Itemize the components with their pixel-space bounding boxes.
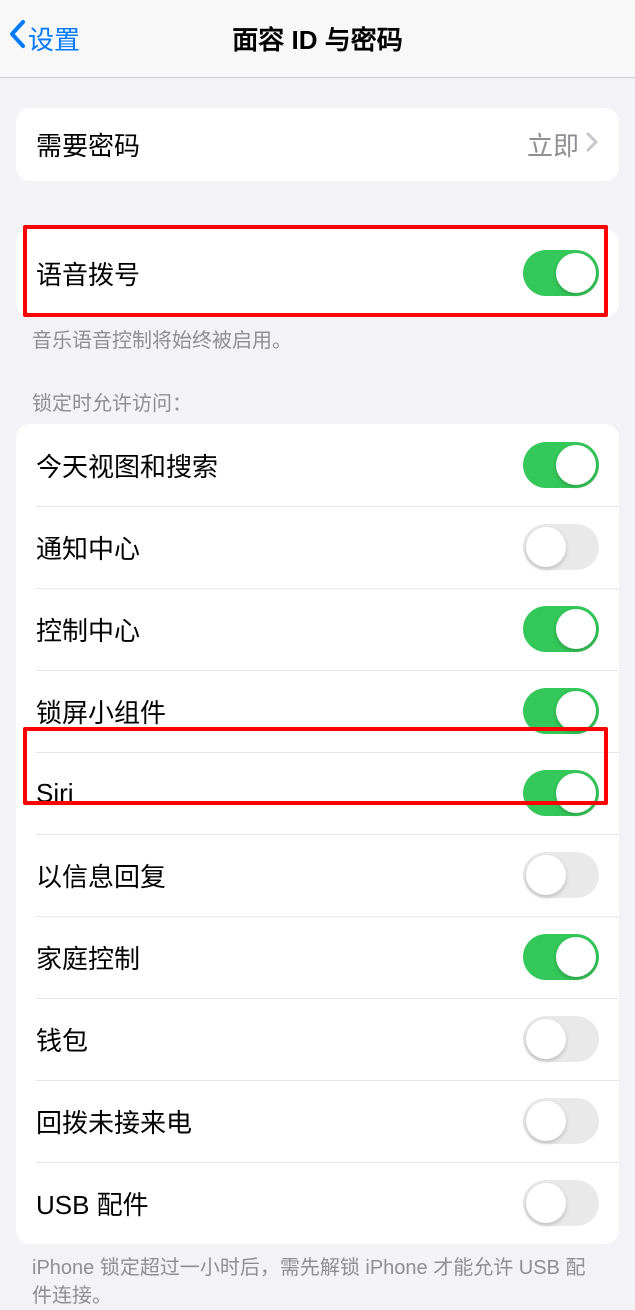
navigation-bar: 设置 面容 ID 与密码 <box>0 0 635 78</box>
voice-dial-label: 语音拨号 <box>36 255 523 292</box>
lock-access-toggle[interactable] <box>523 770 599 816</box>
lock-access-toggle[interactable] <box>523 442 599 488</box>
lock-access-toggle[interactable] <box>523 606 599 652</box>
lock-access-row: Siri <box>16 752 619 834</box>
lock-access-toggle[interactable] <box>523 524 599 570</box>
lock-access-label: Siri <box>36 778 523 809</box>
voice-dial-toggle[interactable] <box>523 250 599 296</box>
chevron-left-icon <box>8 19 26 58</box>
lock-access-row: USB 配件 <box>16 1162 619 1244</box>
lock-access-row: 控制中心 <box>16 588 619 670</box>
voice-dial-footer: 音乐语音控制将始终被启用。 <box>32 327 603 355</box>
lock-access-label: 钱包 <box>36 1021 523 1058</box>
back-button[interactable]: 设置 <box>8 19 80 58</box>
lock-access-label: 家庭控制 <box>36 939 523 976</box>
lock-access-group: 今天视图和搜索通知中心控制中心锁屏小组件 Siri 以信息回复家庭控制钱包回拨未接来… <box>16 424 619 1244</box>
page-title: 面容 ID 与密码 <box>232 20 402 57</box>
require-passcode-value: 立即 <box>527 126 579 163</box>
lock-access-label: 回拨未接来电 <box>36 1103 523 1140</box>
lock-access-row: 家庭控制 <box>16 916 619 998</box>
lock-access-label: USB 配件 <box>36 1185 523 1222</box>
lock-access-label: 锁屏小组件 <box>36 693 523 730</box>
lock-access-toggle[interactable] <box>523 852 599 898</box>
lock-access-toggle[interactable] <box>523 1016 599 1062</box>
lock-access-label: 今天视图和搜索 <box>36 447 523 484</box>
lock-access-label: 通知中心 <box>36 529 523 566</box>
lock-access-row: 锁屏小组件 <box>16 670 619 752</box>
lock-access-label: 控制中心 <box>36 611 523 648</box>
lock-access-row: 以信息回复 <box>16 834 619 916</box>
lock-access-row: 回拨未接来电 <box>16 1080 619 1162</box>
lock-access-label: 以信息回复 <box>36 857 523 894</box>
lock-access-row: 通知中心 <box>16 506 619 588</box>
lock-access-row: 钱包 <box>16 998 619 1080</box>
lock-access-toggle[interactable] <box>523 1098 599 1144</box>
lock-access-header: 锁定时允许访问： <box>32 387 603 416</box>
lock-access-toggle[interactable] <box>523 1180 599 1226</box>
voice-dial-group: 语音拨号 <box>16 229 619 317</box>
require-passcode-row[interactable]: 需要密码 立即 <box>16 108 619 181</box>
require-passcode-label: 需要密码 <box>36 126 527 163</box>
lock-access-toggle[interactable] <box>523 688 599 734</box>
lock-access-toggle[interactable] <box>523 934 599 980</box>
require-passcode-group: 需要密码 立即 <box>16 108 619 181</box>
chevron-right-icon <box>585 131 599 158</box>
back-label: 设置 <box>28 20 80 57</box>
usb-footer: iPhone 锁定超过一小时后，需先解锁 iPhone 才能允许 USB 配件连… <box>32 1254 603 1310</box>
voice-dial-row: 语音拨号 <box>16 229 619 317</box>
lock-access-row: 今天视图和搜索 <box>16 424 619 506</box>
